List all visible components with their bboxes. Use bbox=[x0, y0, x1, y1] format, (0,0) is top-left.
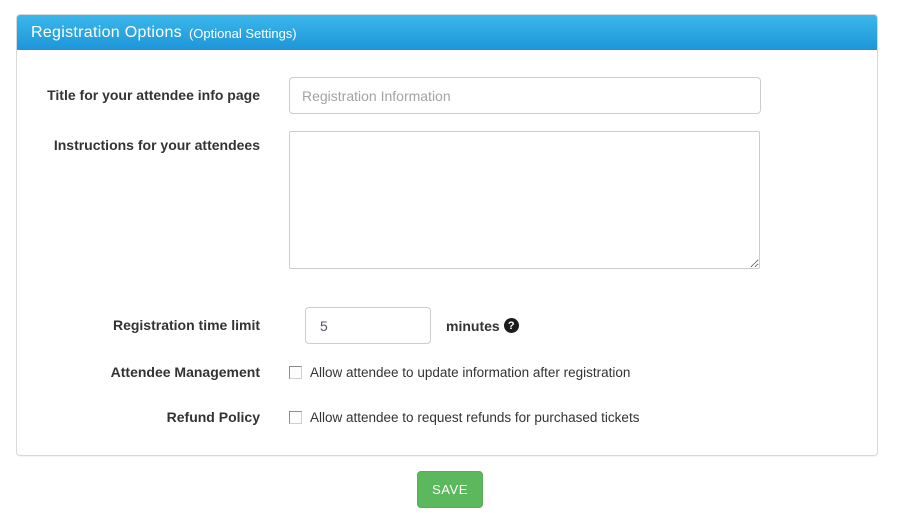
form-row-refund-policy: Refund Policy Allow attendee to request … bbox=[17, 409, 877, 427]
instructions-field-label: Instructions for your attendees bbox=[17, 131, 289, 155]
save-button[interactable]: SAVE bbox=[417, 471, 483, 508]
panel-body: Title for your attendee info page Instru… bbox=[17, 50, 877, 455]
form-actions: SAVE bbox=[0, 471, 900, 508]
question-circle-icon[interactable]: ? bbox=[504, 318, 519, 333]
minutes-unit-label: minutes bbox=[446, 318, 500, 334]
refund-policy-checkbox-label[interactable]: Allow attendee to request refunds for pu… bbox=[310, 409, 639, 427]
refund-policy-field-label: Refund Policy bbox=[17, 409, 289, 427]
refund-policy-checkbox-wrap: Allow attendee to request refunds for pu… bbox=[289, 409, 639, 427]
attendee-management-checkbox-label[interactable]: Allow attendee to update information aft… bbox=[310, 364, 630, 382]
form-row-instructions: Instructions for your attendees bbox=[17, 131, 877, 269]
title-input[interactable] bbox=[289, 77, 761, 114]
time-limit-input[interactable] bbox=[305, 307, 431, 344]
panel-header: Registration Options (Optional Settings) bbox=[17, 15, 877, 50]
instructions-textarea[interactable] bbox=[289, 131, 760, 269]
attendee-management-checkbox-wrap: Allow attendee to update information aft… bbox=[289, 364, 630, 382]
attendee-management-field-label: Attendee Management bbox=[17, 364, 289, 382]
form-row-attendee-management: Attendee Management Allow attendee to up… bbox=[17, 364, 877, 382]
title-field-label: Title for your attendee info page bbox=[17, 77, 289, 105]
attendee-management-checkbox[interactable] bbox=[289, 366, 302, 379]
form-row-time-limit: Registration time limit minutes ? bbox=[17, 307, 877, 344]
time-limit-field-label: Registration time limit bbox=[17, 317, 289, 335]
panel-title: Registration Options bbox=[31, 24, 182, 42]
registration-options-panel: Registration Options (Optional Settings)… bbox=[16, 14, 878, 456]
refund-policy-checkbox[interactable] bbox=[289, 411, 302, 424]
panel-subtitle: (Optional Settings) bbox=[189, 24, 297, 41]
form-row-title: Title for your attendee info page bbox=[17, 77, 877, 114]
